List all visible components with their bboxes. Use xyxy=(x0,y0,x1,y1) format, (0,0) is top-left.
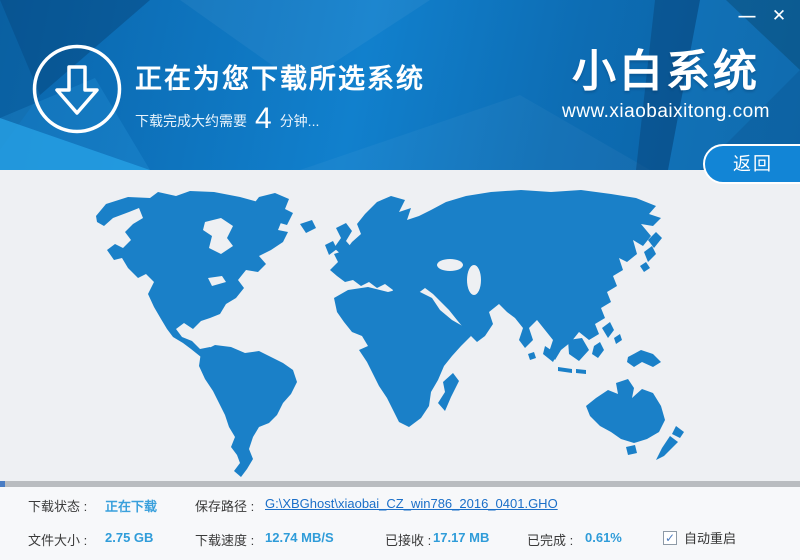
file-size-label: 文件大小 : xyxy=(28,530,87,549)
close-button[interactable]: ✕ xyxy=(766,4,792,28)
world-map xyxy=(0,170,800,481)
app-window: — ✕ 正在为您下载所选系统 下载完成大约需要 4 分钟... 小白系统 www… xyxy=(0,0,800,560)
save-path-link[interactable]: G:\XBGhost\xiaobai_CZ_win786_2016_0401.G… xyxy=(265,496,558,511)
eta-text: 下载完成大约需要 4 分钟... xyxy=(135,107,425,131)
brand-website: www.xiaobaixitong.com xyxy=(562,101,770,123)
received-value: 17.17 MB xyxy=(433,530,489,545)
eta-minutes-value: 4 xyxy=(255,107,272,131)
download-icon xyxy=(31,43,123,135)
brand-logo: 小白系统 xyxy=(562,50,770,94)
brand-block: 小白系统 www.xiaobaixitong.com xyxy=(562,50,770,123)
completed-value: 0.61% xyxy=(585,530,622,545)
back-button[interactable]: 返回 xyxy=(703,144,800,184)
header-text-block: 正在为您下载所选系统 下载完成大约需要 4 分钟... xyxy=(135,57,425,131)
received-label: 已接收 : xyxy=(385,530,431,549)
download-status-value: 正在下载 xyxy=(105,496,157,515)
status-bar: 下载状态 : 正在下载 保存路径 : G:\XBGhost\xiaobai_CZ… xyxy=(0,487,800,560)
download-status-label: 下载状态 : xyxy=(28,496,87,515)
eta-prefix: 下载完成大约需要 xyxy=(135,111,247,131)
minimize-button[interactable]: — xyxy=(734,4,760,28)
speed-label: 下载速度 : xyxy=(195,530,254,549)
completed-label: 已完成 : xyxy=(527,530,573,549)
auto-restart-toggle[interactable]: ✓ 自动重启 xyxy=(663,528,736,547)
auto-restart-checkbox[interactable]: ✓ xyxy=(663,531,677,545)
auto-restart-label: 自动重启 xyxy=(684,528,736,547)
file-size-value: 2.75 GB xyxy=(105,530,153,545)
header-banner: — ✕ 正在为您下载所选系统 下载完成大约需要 4 分钟... 小白系统 www… xyxy=(0,0,800,170)
speed-value: 12.74 MB/S xyxy=(265,530,334,545)
eta-suffix: 分钟... xyxy=(280,111,320,131)
save-path-label: 保存路径 : xyxy=(195,496,254,515)
page-title: 正在为您下载所选系统 xyxy=(135,57,425,96)
world-map-panel xyxy=(0,170,800,481)
